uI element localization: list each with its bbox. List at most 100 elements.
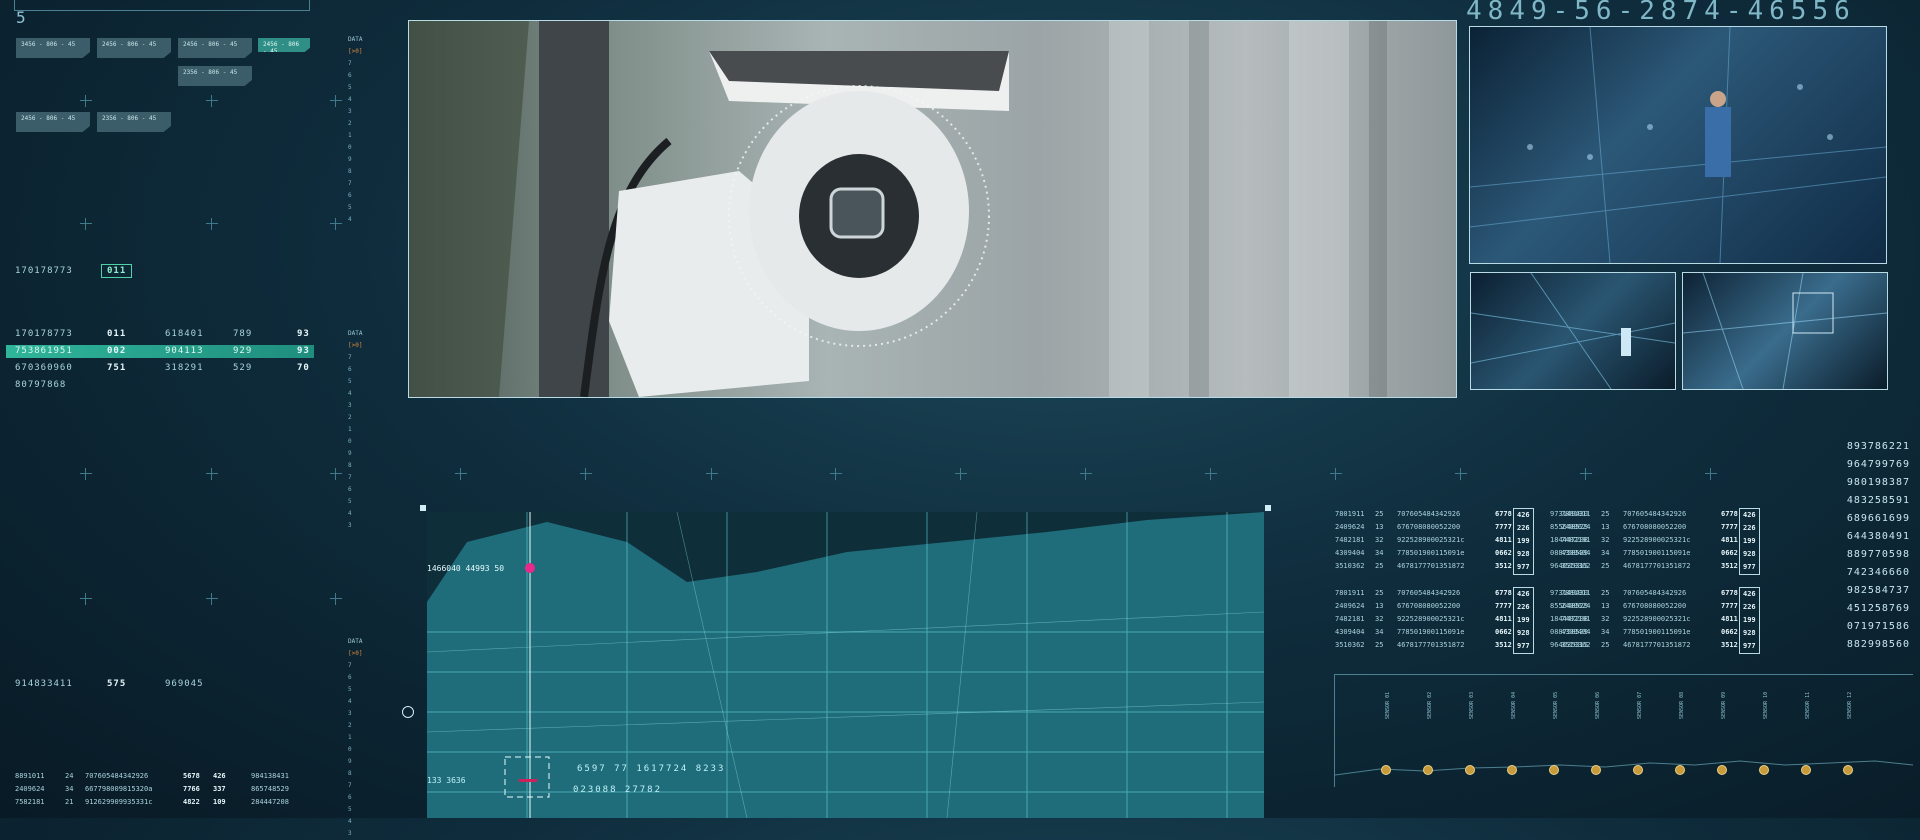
cell: 7801911 bbox=[1561, 589, 1591, 597]
score: 226 bbox=[1517, 603, 1530, 611]
table-row[interactable]: 3510362 25 4678177701351872 3512 bbox=[1335, 560, 1529, 573]
data-column-tag: [>0] bbox=[348, 48, 363, 55]
row-cell-code: 002 bbox=[107, 346, 127, 356]
score-box[interactable]: 426 226 199 928 977 bbox=[1513, 587, 1534, 654]
timeline-marker[interactable] bbox=[1843, 765, 1853, 775]
grid-cross bbox=[206, 95, 218, 107]
id-tile[interactable]: 2356 - 806 - 45 bbox=[178, 66, 252, 86]
table-row[interactable]: 7582181 21 912629909935331c 4822 109 28444720… bbox=[15, 796, 335, 809]
timeline-marker[interactable] bbox=[1591, 765, 1601, 775]
main-camera-feed[interactable] bbox=[408, 20, 1457, 398]
thumbnail-feed-1[interactable] bbox=[1470, 272, 1676, 390]
grid-cross bbox=[955, 468, 967, 480]
cell: 984138431 bbox=[251, 772, 289, 780]
tile-label: 2356 - 806 - 45 bbox=[183, 69, 238, 76]
timeline-marker[interactable] bbox=[1423, 765, 1433, 775]
right-table-group: 7801911 25 707605484342926 6778 2409624 13 676… bbox=[1335, 587, 1529, 652]
map-corner-marker bbox=[1265, 505, 1271, 511]
row-cell-code: 575 bbox=[107, 679, 127, 689]
id-tile[interactable]: 2456 - 806 - 45 bbox=[16, 112, 90, 132]
cell: 922528900025321c bbox=[1397, 615, 1465, 623]
cell: 25 bbox=[1601, 641, 1610, 649]
table-row[interactable]: 8891011 24 707605484342926 5678 426 984138431 bbox=[15, 770, 335, 783]
data-row[interactable]: 80797868 bbox=[15, 380, 315, 394]
sensor-timeline[interactable]: SENSOR 01 SENSOR 02 SENSOR 03 SENSOR 04 SENS… bbox=[1334, 674, 1914, 787]
timeline-marker[interactable] bbox=[1759, 765, 1769, 775]
thumbnail-feed-2[interactable] bbox=[1682, 272, 1888, 390]
table-row[interactable]: 2409624 13 676708080052200 7777 bbox=[1335, 600, 1529, 613]
data-column-value: 6 bbox=[348, 192, 352, 199]
timeline-label: SENSOR 02 bbox=[1427, 691, 1433, 719]
timeline-graph bbox=[1334, 760, 1914, 776]
summary-row[interactable]: 914833411 575 969045 bbox=[15, 679, 315, 693]
table-row[interactable]: 2409624 34 667798009815320a 7766 337 86574852… bbox=[15, 783, 335, 796]
table-row[interactable]: 7801911 25 707605484342926 6778 bbox=[1561, 508, 1755, 521]
cell: 4309404 bbox=[1335, 628, 1365, 636]
grid-cross bbox=[330, 593, 342, 605]
score: 199 bbox=[1743, 616, 1756, 624]
cell: 25 bbox=[1601, 562, 1610, 570]
cell: 4678177701351872 bbox=[1623, 562, 1691, 570]
cell: 13 bbox=[1601, 602, 1610, 610]
id-tile-highlighted[interactable]: 2456 - 806 - 45 bbox=[258, 38, 310, 52]
timeline-marker[interactable] bbox=[1675, 765, 1685, 775]
cell: 778501900115091e bbox=[1623, 549, 1691, 557]
timeline-marker[interactable] bbox=[1801, 765, 1811, 775]
table-row[interactable]: 3510362 25 4678177701351872 3512 bbox=[1335, 639, 1529, 652]
row-cell-code: 751 bbox=[107, 363, 127, 373]
score: 977 bbox=[1743, 642, 1756, 650]
id-tile[interactable]: 2456 - 806 - 45 bbox=[97, 38, 171, 58]
cell: 4309404 bbox=[1561, 549, 1591, 557]
score: 226 bbox=[1743, 524, 1756, 532]
table-row[interactable]: 7482181 32 922528900025321c 4811 bbox=[1561, 613, 1755, 626]
data-column-header: DATA bbox=[348, 330, 363, 337]
cell: 4678177701351872 bbox=[1397, 641, 1465, 649]
data-column-value: 6 bbox=[348, 794, 352, 801]
table-row[interactable]: 2409624 13 676708080052200 7777 bbox=[1561, 600, 1755, 613]
id-tile[interactable]: 2356 - 806 - 45 bbox=[97, 112, 171, 132]
data-column-value: 2 bbox=[348, 722, 352, 729]
map-coords-bottom-1: 6597 77 1617724 8233 bbox=[577, 764, 726, 774]
score-box[interactable]: 426 226 199 928 977 bbox=[1739, 508, 1760, 575]
table-row[interactable]: 7482181 32 922528900025321c 4811 bbox=[1335, 613, 1529, 626]
timeline-label: SENSOR 06 bbox=[1595, 691, 1601, 719]
table-row[interactable]: 4309404 34 778501900115091e 0662 bbox=[1335, 626, 1529, 639]
table-row[interactable]: 2409624 13 676708080052200 7777 bbox=[1561, 521, 1755, 534]
timeline-marker[interactable] bbox=[1717, 765, 1727, 775]
id-tile[interactable]: 3456 - 806 - 45 bbox=[16, 38, 90, 58]
table-row[interactable]: 4309404 34 778501900115091e 0662 bbox=[1335, 547, 1529, 560]
table-row[interactable]: 4309404 34 778501900115091e 0662 bbox=[1561, 547, 1755, 560]
timeline-marker[interactable] bbox=[1633, 765, 1643, 775]
cell: 25 bbox=[1375, 562, 1384, 570]
id-tile[interactable]: 2456 - 806 - 45 bbox=[178, 38, 252, 58]
data-row[interactable]: 170178773 011 618401 789 93 bbox=[15, 329, 315, 343]
map-coords-bottom-2: 023088 27782 bbox=[573, 785, 663, 795]
table-row[interactable]: 7801911 25 707605484342926 6778 bbox=[1335, 587, 1529, 600]
table-row[interactable]: 3510362 25 4678177701351872 3512 bbox=[1561, 639, 1755, 652]
table-row[interactable]: 7482181 32 922528900025321c 4811 bbox=[1561, 534, 1755, 547]
cell: 922528900025321c bbox=[1397, 536, 1465, 544]
table-row[interactable]: 7801911 25 707605484342926 6778 bbox=[1561, 587, 1755, 600]
timeline-marker[interactable] bbox=[1465, 765, 1475, 775]
street-camera-feed[interactable] bbox=[1469, 26, 1887, 264]
cell: 676708080052200 bbox=[1623, 523, 1687, 531]
city-map[interactable]: 1466040 44993 50 6597 77 1617724 8233 02… bbox=[427, 512, 1264, 818]
cell: 34 bbox=[1375, 628, 1384, 636]
table-row[interactable]: 7482181 32 922528900025321c 4811 bbox=[1335, 534, 1529, 547]
score-box[interactable]: 426 226 199 928 977 bbox=[1739, 587, 1760, 654]
tile-label: 2456 - 806 - 45 bbox=[102, 41, 157, 48]
score: 426 bbox=[1517, 511, 1530, 519]
data-column-value: 2 bbox=[348, 414, 352, 421]
table-row[interactable]: 2409624 13 676708080052200 7777 bbox=[1335, 521, 1529, 534]
table-row[interactable]: 3510362 25 4678177701351872 3512 bbox=[1561, 560, 1755, 573]
data-column-value: 2 bbox=[348, 120, 352, 127]
table-row[interactable]: 7801911 25 707605484342926 6778 bbox=[1335, 508, 1529, 521]
timeline-marker[interactable] bbox=[1507, 765, 1517, 775]
timeline-marker[interactable] bbox=[1549, 765, 1559, 775]
timeline-marker[interactable] bbox=[1381, 765, 1391, 775]
id-tag[interactable]: 011 bbox=[101, 264, 133, 278]
score-box[interactable]: 426 226 199 928 977 bbox=[1513, 508, 1534, 575]
data-row-selected[interactable]: 753861951 002 904113 929 93 bbox=[6, 345, 314, 358]
table-row[interactable]: 4309404 34 778501900115091e 0662 bbox=[1561, 626, 1755, 639]
data-row[interactable]: 670360960 751 318291 529 70 bbox=[15, 363, 315, 377]
